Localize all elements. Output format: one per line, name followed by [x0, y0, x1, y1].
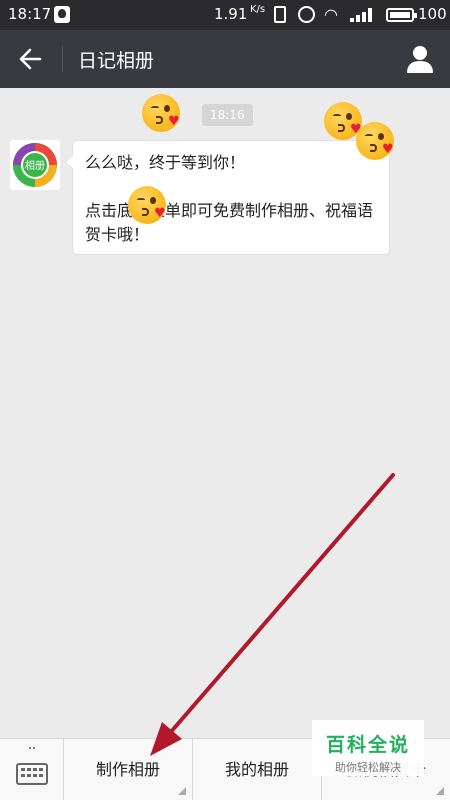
kiss-emoji-icon: ♥ — [142, 94, 180, 132]
vibrate-icon — [274, 6, 286, 23]
menu-my-album-label: 我的相册 — [224, 760, 289, 779]
battery-icon — [386, 8, 417, 22]
kiss-emoji-icon: ♥ — [128, 186, 166, 224]
keyboard-toggle-button[interactable] — [0, 739, 64, 800]
album-logo-icon: 相册 — [13, 143, 57, 187]
submenu-indicator-icon — [178, 787, 186, 795]
person-icon[interactable] — [404, 43, 436, 75]
battery-level: 100 — [418, 5, 447, 23]
message-line-1: 么么哒，终于等到你！ — [85, 153, 246, 172]
chat-area[interactable]: 18:16 相册 么么哒，终于等到你！ 点击底部菜单即可免费制作相册、祝福语贺卡… — [0, 88, 450, 738]
battery-fill — [390, 12, 410, 18]
page-title: 日记相册 — [78, 50, 155, 72]
watermark-title: 百科全说 — [325, 734, 410, 756]
message-bubble[interactable]: 么么哒，终于等到你！ 点击底部菜单即可免费制作相册、祝福语贺卡哦！ — [65, 140, 390, 255]
watermark-logo: 百科全说 助你轻松解决 — [312, 720, 424, 776]
dots-icon — [29, 747, 35, 753]
submenu-indicator-icon — [436, 787, 444, 795]
menu-make-album-label: 制作相册 — [95, 760, 160, 779]
qq-notification-icon — [54, 6, 70, 23]
kiss-emoji-icon: ♥ — [356, 122, 394, 160]
status-bar: 18:17 1.91 K/s ◠ 100 — [0, 0, 450, 30]
watermark-subtitle: 助你轻松解决 — [335, 761, 401, 774]
network-speed: 1.91 — [214, 5, 248, 23]
menu-my-album[interactable]: 我的相册 — [193, 739, 322, 800]
keyboard-icon — [16, 763, 48, 785]
avatar[interactable]: 相册 — [10, 140, 60, 190]
header-bar: 日记相册 — [0, 30, 450, 88]
alarm-icon — [298, 6, 315, 23]
signal-icon — [350, 8, 376, 22]
avatar-text: 相册 — [25, 159, 45, 172]
message-timestamp: 18:16 — [202, 104, 253, 126]
status-time: 18:17 — [8, 5, 52, 23]
wifi-icon: ◠ — [324, 5, 338, 24]
menu-make-album[interactable]: 制作相册 — [64, 739, 193, 800]
network-speed-unit: K/s — [250, 4, 266, 15]
arrow-left-icon[interactable] — [16, 42, 46, 76]
header-divider — [62, 46, 63, 72]
